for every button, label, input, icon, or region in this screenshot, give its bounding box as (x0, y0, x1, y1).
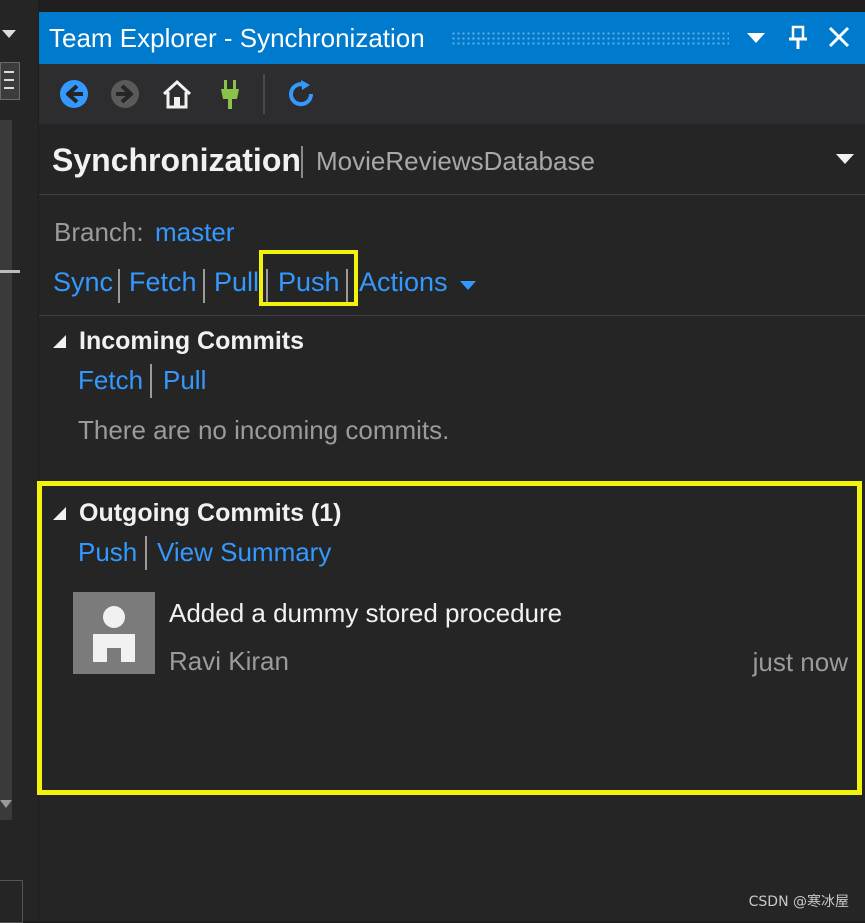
scroll-thumb[interactable] (0, 270, 20, 273)
collapse-triangle-icon[interactable] (53, 335, 66, 348)
refresh-icon[interactable] (284, 77, 318, 111)
connect-icon[interactable] (213, 77, 247, 111)
page-dropdown-icon[interactable] (836, 154, 854, 164)
title-separator (301, 146, 303, 178)
link-separator (150, 364, 152, 398)
outgoing-commits-title[interactable]: Outgoing Commits (1) (79, 499, 341, 528)
commit-author: Ravi Kiran (169, 646, 289, 676)
pull-link[interactable]: Pull (214, 267, 259, 298)
incoming-commits-title[interactable]: Incoming Commits (79, 327, 304, 356)
team-explorer-panel: Team Explorer - Synchronization Synchron… (37, 12, 865, 921)
editor-frame (0, 880, 23, 923)
home-icon[interactable] (160, 77, 194, 111)
editor-side-strip (0, 0, 38, 923)
page-header: Synchronization MovieReviewsDatabase (39, 124, 865, 195)
branch-label: Branch: (54, 217, 144, 247)
repository-name: MovieReviewsDatabase (316, 146, 595, 176)
incoming-pull-link[interactable]: Pull (163, 365, 206, 396)
toolbar (39, 64, 865, 124)
outgoing-push-link[interactable]: Push (78, 537, 137, 568)
menu-icon[interactable] (0, 62, 20, 100)
forward-icon[interactable] (108, 77, 142, 111)
fetch-link[interactable]: Fetch (129, 267, 197, 298)
collapse-triangle-icon[interactable] (53, 507, 66, 520)
incoming-fetch-link[interactable]: Fetch (78, 365, 143, 396)
actions-dropdown[interactable]: Actions (359, 267, 448, 298)
drag-grip[interactable] (451, 31, 729, 45)
divider (39, 315, 865, 316)
link-separator (145, 536, 147, 570)
incoming-empty-message: There are no incoming commits. (78, 415, 450, 445)
chevron-down-icon[interactable] (2, 30, 16, 38)
outgoing-highlight-box (37, 481, 862, 795)
caret-down-icon[interactable] (460, 281, 476, 290)
branch-row: Branch: master (54, 217, 234, 248)
window-menu-dropdown-icon[interactable] (747, 33, 765, 43)
sync-link[interactable]: Sync (53, 267, 113, 298)
push-highlight-box (259, 250, 358, 306)
back-icon[interactable] (57, 77, 91, 111)
editor-scrollbar[interactable] (0, 120, 12, 820)
commit-message[interactable]: Added a dummy stored procedure (169, 598, 562, 629)
avatar (73, 592, 155, 674)
commit-time: just now (752, 647, 848, 677)
toolbar-separator (263, 74, 265, 114)
pin-icon[interactable] (785, 25, 811, 51)
window-title: Team Explorer - Synchronization (49, 23, 425, 53)
close-icon[interactable] (826, 24, 852, 50)
scroll-down-icon[interactable] (0, 800, 12, 808)
branch-link[interactable]: master (155, 217, 234, 248)
watermark: CSDN @寒冰屋 (748, 894, 849, 910)
sync-actions: Sync Fetch Pull Push Actions (39, 267, 865, 307)
view-summary-link[interactable]: View Summary (157, 537, 331, 568)
page-title: Synchronization (52, 142, 301, 178)
action-separator (118, 269, 120, 303)
title-bar: Team Explorer - Synchronization (39, 12, 865, 64)
action-separator (203, 269, 205, 303)
